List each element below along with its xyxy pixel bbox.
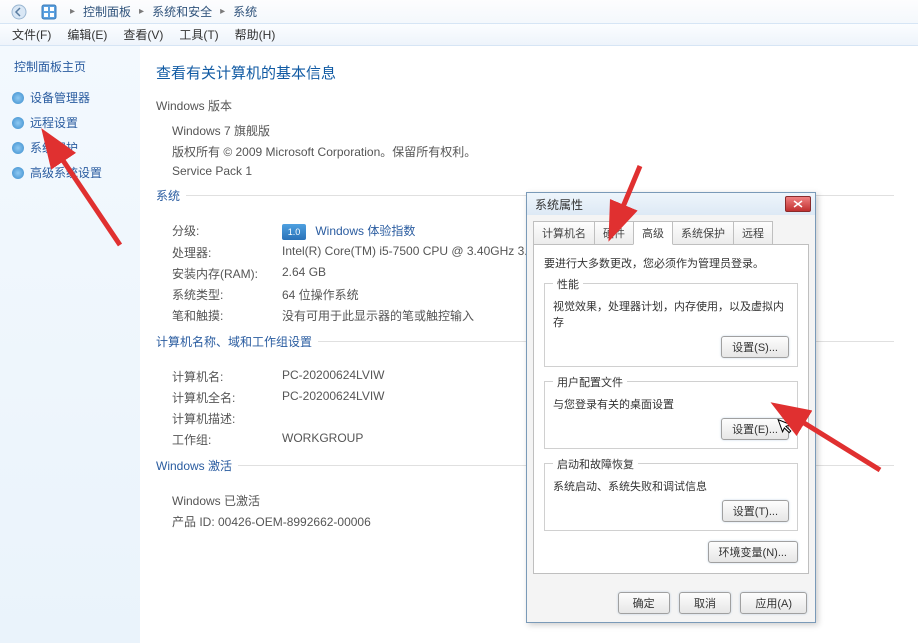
- menu-tools[interactable]: 工具(T): [171, 24, 226, 45]
- page-title: 查看有关计算机的基本信息: [156, 62, 894, 83]
- dialog-footer: 确定 取消 应用(A): [535, 592, 807, 614]
- system-type-label: 系统类型:: [172, 286, 282, 303]
- cancel-button[interactable]: 取消: [679, 592, 731, 614]
- performance-settings-button[interactable]: 设置(S)...: [721, 336, 789, 358]
- ram-label: 安装内存(RAM):: [172, 265, 282, 282]
- nav-back-icon[interactable]: [10, 3, 28, 21]
- system-properties-dialog: 系统属性 计算机名 硬件 高级 系统保护 远程 要进行大多数更改，您必须作为管理…: [526, 192, 816, 623]
- cpu-label: 处理器:: [172, 244, 282, 261]
- menu-edit[interactable]: 编辑(E): [59, 24, 115, 45]
- address-bar: ▸ 控制面板 ▸ 系统和安全 ▸ 系统: [0, 0, 918, 24]
- user-profiles-text: 与您登录有关的桌面设置: [553, 396, 789, 412]
- sidebar-link-label: 高级系统设置: [30, 164, 102, 181]
- sidebar-title: 控制面板主页: [8, 58, 132, 75]
- breadcrumb-sep: ▸: [64, 6, 81, 17]
- computer-desc-label: 计算机描述:: [172, 410, 282, 427]
- sidebar-link-remote[interactable]: 远程设置: [8, 110, 132, 135]
- pen-label: 笔和触摸:: [172, 307, 282, 324]
- sidebar-link-advanced-settings[interactable]: 高级系统设置: [8, 160, 132, 185]
- startup-text: 系统启动、系统失败和调试信息: [553, 478, 789, 494]
- sidebar-link-label: 系统保护: [30, 139, 78, 156]
- menu-file[interactable]: 文件(F): [4, 24, 59, 45]
- control-panel-icon: [40, 3, 58, 21]
- user-profiles-legend: 用户配置文件: [553, 374, 627, 390]
- fieldset-performance: 性能 视觉效果，处理器计划，内存使用，以及虚拟内存 设置(S)...: [544, 279, 798, 367]
- tab-protection[interactable]: 系统保护: [672, 221, 734, 244]
- breadcrumb-sep: ▸: [214, 6, 231, 17]
- menu-help[interactable]: 帮助(H): [227, 24, 284, 45]
- edition-name: Windows 7 旗舰版: [172, 122, 894, 139]
- tab-remote[interactable]: 远程: [733, 221, 773, 244]
- breadcrumb-item[interactable]: 控制面板: [81, 3, 133, 20]
- bullet-icon: [12, 142, 24, 154]
- close-icon[interactable]: [785, 196, 811, 212]
- performance-text: 视觉效果，处理器计划，内存使用，以及虚拟内存: [553, 298, 789, 330]
- fieldset-user-profiles: 用户配置文件 与您登录有关的桌面设置 设置(E)...: [544, 377, 798, 449]
- menu-view[interactable]: 查看(V): [115, 24, 171, 45]
- menu-bar: 文件(F) 编辑(E) 查看(V) 工具(T) 帮助(H): [0, 24, 918, 46]
- tab-advanced[interactable]: 高级: [633, 221, 673, 245]
- section-edition: Windows 版本: [156, 97, 894, 114]
- bullet-icon: [12, 167, 24, 179]
- startup-settings-button[interactable]: 设置(T)...: [722, 500, 789, 522]
- computer-fullname-label: 计算机全名:: [172, 389, 282, 406]
- admin-notice: 要进行大多数更改，您必须作为管理员登录。: [544, 255, 798, 271]
- sidebar-link-label: 远程设置: [30, 114, 78, 131]
- breadcrumb-sep: ▸: [133, 6, 150, 17]
- bullet-icon: [12, 117, 24, 129]
- ok-button[interactable]: 确定: [618, 592, 670, 614]
- workgroup-label: 工作组:: [172, 431, 282, 448]
- tab-hardware[interactable]: 硬件: [594, 221, 634, 244]
- copyright: 版权所有 © 2009 Microsoft Corporation。保留所有权利…: [172, 143, 894, 160]
- dialog-body: 要进行大多数更改，您必须作为管理员登录。 性能 视觉效果，处理器计划，内存使用，…: [533, 244, 809, 574]
- sidebar-link-protection[interactable]: 系统保护: [8, 135, 132, 160]
- dialog-title: 系统属性: [535, 196, 785, 213]
- rating-label: 分级:: [172, 222, 282, 240]
- dialog-tabs: 计算机名 硬件 高级 系统保护 远程: [533, 221, 809, 244]
- breadcrumb-item[interactable]: 系统和安全: [150, 3, 214, 20]
- rating-badge: 1.0: [282, 224, 306, 240]
- sidebar-link-device-manager[interactable]: 设备管理器: [8, 85, 132, 110]
- sidebar: 控制面板主页 设备管理器 远程设置 系统保护 高级系统设置: [0, 46, 140, 643]
- tab-computer-name[interactable]: 计算机名: [533, 221, 595, 244]
- startup-legend: 启动和故障恢复: [553, 456, 638, 472]
- breadcrumb-item[interactable]: 系统: [231, 3, 259, 20]
- computer-name-label: 计算机名:: [172, 368, 282, 385]
- dialog-titlebar[interactable]: 系统属性: [527, 193, 815, 215]
- service-pack: Service Pack 1: [172, 164, 894, 178]
- environment-variables-button[interactable]: 环境变量(N)...: [708, 541, 798, 563]
- bullet-icon: [12, 92, 24, 104]
- user-profiles-settings-button[interactable]: 设置(E)...: [721, 418, 789, 440]
- rating-link[interactable]: Windows 体验指数: [315, 224, 415, 238]
- fieldset-startup-recovery: 启动和故障恢复 系统启动、系统失败和调试信息 设置(T)...: [544, 459, 798, 531]
- sidebar-link-label: 设备管理器: [30, 89, 90, 106]
- apply-button[interactable]: 应用(A): [740, 592, 807, 614]
- performance-legend: 性能: [553, 276, 583, 292]
